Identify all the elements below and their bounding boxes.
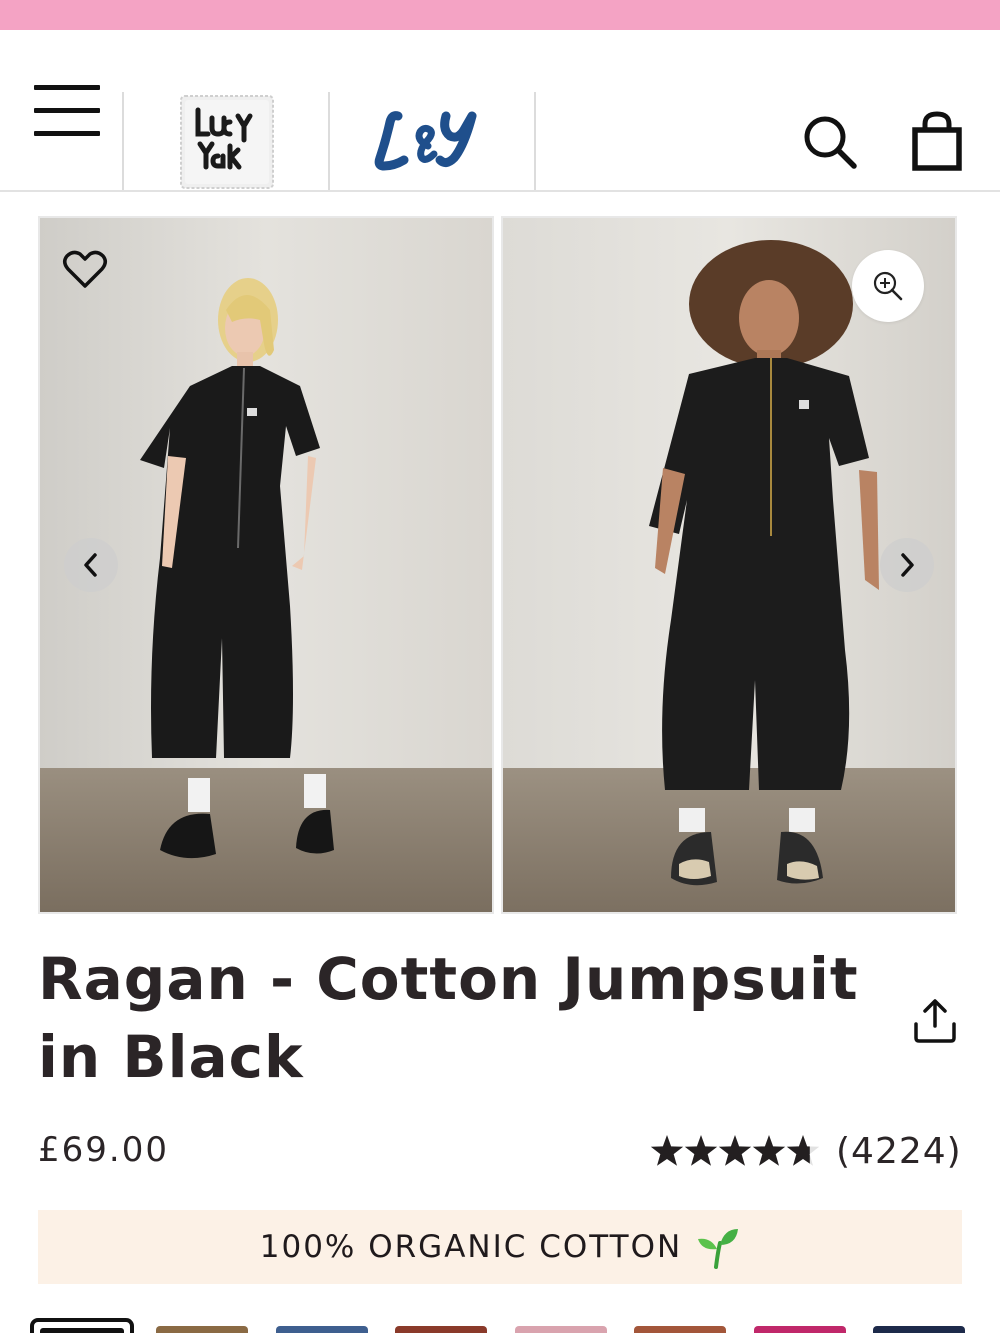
brand-script-logo[interactable] — [372, 102, 492, 182]
color-swatch[interactable] — [753, 1326, 846, 1333]
color-swatch[interactable] — [514, 1326, 607, 1333]
color-swatch[interactable] — [395, 1326, 487, 1333]
heart-outline-icon[interactable] — [62, 248, 108, 290]
star-icon — [650, 1135, 684, 1166]
star-icon — [684, 1135, 718, 1166]
sprout-icon — [698, 1229, 739, 1269]
header-divider — [328, 92, 330, 190]
color-swatch[interactable] — [634, 1326, 726, 1333]
zoom-in-icon[interactable] — [852, 250, 924, 322]
site-header — [0, 30, 1000, 192]
hamburger-menu-icon[interactable] — [34, 83, 100, 139]
product-rating[interactable]: (4224) — [650, 1128, 962, 1174]
shopping-bag-icon[interactable] — [908, 110, 966, 174]
color-swatch[interactable] — [873, 1326, 965, 1333]
color-swatches — [30, 1318, 1000, 1333]
review-count[interactable]: (4224) — [836, 1131, 962, 1172]
product-title: Ragan - Cotton Jumpsuit in Black — [38, 945, 859, 1091]
color-swatch[interactable] — [30, 1318, 134, 1333]
search-icon[interactable] — [800, 112, 860, 172]
color-swatch[interactable] — [156, 1326, 248, 1333]
star-icon — [752, 1135, 786, 1166]
color-swatch[interactable] — [275, 1326, 368, 1333]
share-upload-icon[interactable] — [910, 996, 960, 1046]
star-icon — [718, 1135, 752, 1166]
banner-text: 100% ORGANIC COTTON — [259, 1229, 683, 1265]
product-price: £69.00 — [38, 1130, 169, 1170]
header-divider — [534, 92, 536, 190]
product-gallery — [38, 216, 958, 916]
star-rating — [650, 1131, 822, 1171]
organic-cotton-banner: 100% ORGANIC COTTON — [38, 1210, 962, 1284]
promo-bar — [0, 0, 1000, 30]
brand-patch-logo[interactable] — [178, 92, 276, 190]
header-divider — [122, 92, 124, 190]
chevron-left-icon[interactable] — [64, 538, 118, 592]
chevron-right-icon[interactable] — [880, 538, 934, 592]
